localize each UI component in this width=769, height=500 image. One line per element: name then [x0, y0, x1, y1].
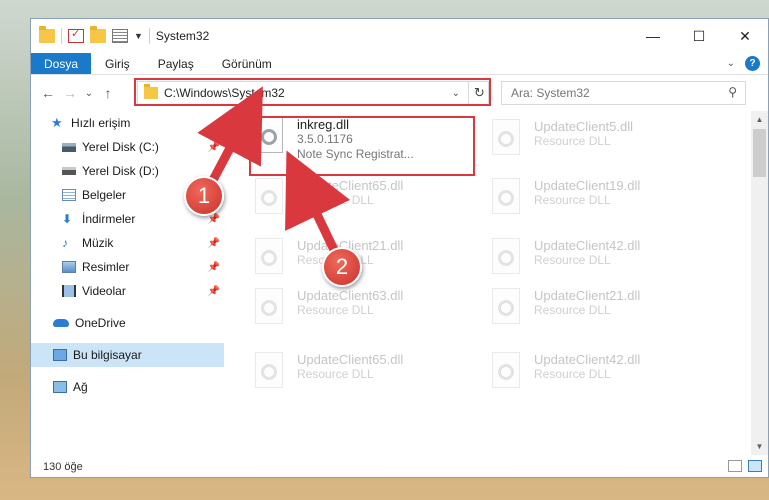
arrow-1	[197, 86, 263, 187]
step-2-badge: 2	[322, 247, 362, 287]
annotation-arrows	[197, 86, 351, 257]
arrow-2	[285, 150, 351, 257]
step-1-badge: 1	[184, 176, 224, 216]
